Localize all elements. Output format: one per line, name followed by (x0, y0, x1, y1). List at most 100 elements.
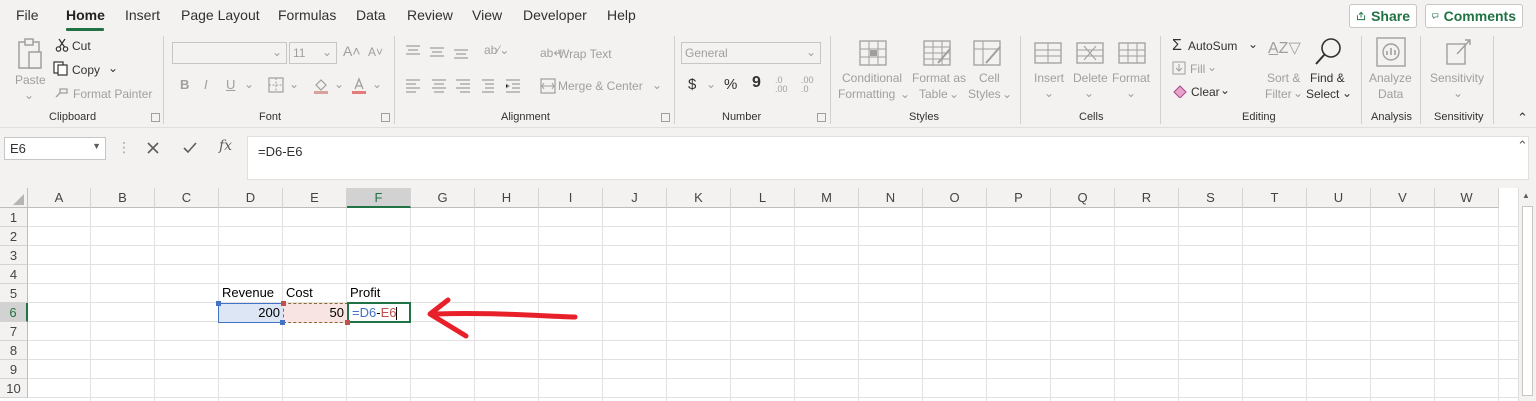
borders-dropdown-icon[interactable]: ⌄ (289, 77, 299, 91)
tab-review[interactable]: Review (407, 7, 453, 23)
tab-insert[interactable]: Insert (125, 7, 160, 23)
insert-function-icon[interactable]: fx (219, 138, 232, 154)
increase-decimal-button[interactable]: .0 .00 (775, 76, 795, 94)
row-header-9[interactable]: 9 (0, 360, 28, 379)
column-header-c[interactable]: C (155, 188, 219, 208)
sensitivity-button[interactable]: Sensitivity (1430, 71, 1484, 85)
cell-f5[interactable]: Profit (347, 284, 411, 303)
tab-page-layout[interactable]: Page Layout (181, 7, 260, 23)
insert-cells-button[interactable]: Insert (1034, 71, 1064, 85)
confirm-entry-icon[interactable] (182, 141, 198, 155)
column-header-g[interactable]: G (411, 188, 475, 208)
tab-help[interactable]: Help (607, 7, 636, 23)
find-dropdown-icon[interactable]: ⌄ (1342, 86, 1352, 100)
row-header-4[interactable]: 4 (0, 265, 28, 284)
cancel-entry-icon[interactable] (146, 141, 160, 155)
currency-dropdown-icon[interactable]: ⌄ (706, 77, 716, 91)
font-size-combo[interactable]: 11 ⌄ (289, 42, 337, 64)
underline-button[interactable]: U (226, 77, 235, 92)
indent-icon[interactable] (505, 78, 521, 94)
column-header-w[interactable]: W (1435, 188, 1499, 208)
tab-file[interactable]: File (16, 7, 39, 23)
horizontal-align-icons[interactable] (405, 78, 495, 94)
sort-filter-button[interactable]: Sort & (1267, 71, 1300, 85)
fill-color-icon[interactable] (312, 76, 330, 94)
font-name-combo[interactable]: ⌄ (172, 42, 287, 64)
row-header-10[interactable]: 10 (0, 379, 28, 398)
fill-button[interactable]: Fill (1190, 62, 1205, 76)
orientation-icon[interactable]: ab⁄⌄ (484, 43, 509, 57)
tab-view[interactable]: View (472, 7, 502, 23)
column-header-t[interactable]: T (1243, 188, 1307, 208)
name-box-dropdown-icon[interactable]: ▼ (92, 141, 101, 151)
column-header-d[interactable]: D (219, 188, 283, 208)
column-header-a[interactable]: A (28, 188, 91, 208)
column-header-j[interactable]: J (603, 188, 667, 208)
cell-styles-button[interactable]: Cell (979, 71, 1000, 85)
column-header-q[interactable]: Q (1051, 188, 1115, 208)
column-header-h[interactable]: H (475, 188, 539, 208)
tab-data[interactable]: Data (356, 7, 386, 23)
column-header-k[interactable]: K (667, 188, 731, 208)
format-painter-button[interactable]: Format Painter (73, 87, 152, 101)
column-header-l[interactable]: L (731, 188, 795, 208)
copy-dropdown-icon[interactable]: ⌄ (108, 61, 118, 75)
range-handle[interactable] (345, 320, 350, 325)
scroll-up-icon[interactable]: ▲ (1522, 191, 1530, 200)
column-header-v[interactable]: V (1371, 188, 1435, 208)
wrap-text-button[interactable]: Wrap Text (558, 47, 612, 61)
number-format-combo[interactable]: General ⌄ (681, 42, 821, 64)
underline-dropdown-icon[interactable]: ⌄ (244, 77, 254, 91)
scroll-thumb[interactable] (1522, 206, 1533, 396)
column-header-i[interactable]: I (539, 188, 603, 208)
autosum-dropdown-icon[interactable]: ⌄ (1248, 37, 1258, 51)
row-header-8[interactable]: 8 (0, 341, 28, 360)
column-header-m[interactable]: M (795, 188, 859, 208)
select-all-corner[interactable] (0, 188, 28, 208)
format-as-table-button[interactable]: Format as (912, 71, 966, 85)
collapse-ribbon-icon[interactable]: ⌃ (1517, 110, 1528, 126)
cell-e5[interactable]: Cost (283, 284, 347, 303)
column-header-u[interactable]: U (1307, 188, 1371, 208)
merge-center-button[interactable]: Merge & Center (558, 79, 643, 93)
tab-developer[interactable]: Developer (523, 7, 587, 23)
column-header-f[interactable]: F (347, 188, 411, 208)
delete-dropdown-icon[interactable]: ⌄ (1084, 86, 1094, 100)
paste-icon[interactable] (16, 38, 44, 72)
column-header-r[interactable]: R (1115, 188, 1179, 208)
paste-button[interactable]: Paste (15, 73, 46, 87)
currency-button[interactable]: $ (688, 76, 696, 93)
row-header-2[interactable]: 2 (0, 227, 28, 246)
conditional-dropdown-icon[interactable]: ⌄ (900, 87, 910, 101)
decrease-font-size-icon[interactable]: A˅ (368, 45, 383, 59)
range-handle[interactable] (280, 320, 285, 325)
range-handle[interactable] (281, 301, 286, 306)
column-header-s[interactable]: S (1179, 188, 1243, 208)
column-header-n[interactable]: N (859, 188, 923, 208)
cell-styles-dropdown-icon[interactable]: ⌄ (1002, 87, 1012, 101)
increase-font-size-icon[interactable]: A˄ (343, 43, 361, 59)
insert-dropdown-icon[interactable]: ⌄ (1044, 86, 1054, 100)
italic-button[interactable]: I (204, 77, 208, 92)
clear-dropdown-icon[interactable]: ⌄ (1220, 83, 1230, 97)
conditional-formatting-button[interactable]: Conditional (842, 71, 902, 85)
find-select-button[interactable]: Find & (1310, 71, 1345, 85)
cell-d6[interactable]: 200 (218, 303, 284, 323)
alignment-dialog-launcher[interactable] (661, 113, 670, 122)
font-color-dropdown-icon[interactable]: ⌄ (372, 77, 382, 91)
row-header-1[interactable]: 1 (0, 208, 28, 227)
column-header-b[interactable]: B (91, 188, 155, 208)
font-dialog-launcher[interactable] (381, 113, 390, 122)
formula-input[interactable]: =D6-E6 (247, 136, 1529, 180)
column-header-e[interactable]: E (283, 188, 347, 208)
format-cells-button[interactable]: Format (1112, 71, 1150, 85)
sensitivity-dropdown-icon[interactable]: ⌄ (1453, 86, 1463, 100)
number-dialog-launcher[interactable] (817, 113, 826, 122)
format-table-dropdown-icon[interactable]: ⌄ (949, 87, 959, 101)
delete-cells-button[interactable]: Delete (1073, 71, 1108, 85)
vertical-align-icons[interactable] (405, 44, 475, 60)
font-color-icon[interactable] (350, 76, 368, 94)
name-box[interactable]: E6 ▼ (4, 137, 106, 160)
column-header-p[interactable]: P (987, 188, 1051, 208)
comma-button[interactable]: 9 (752, 74, 761, 92)
